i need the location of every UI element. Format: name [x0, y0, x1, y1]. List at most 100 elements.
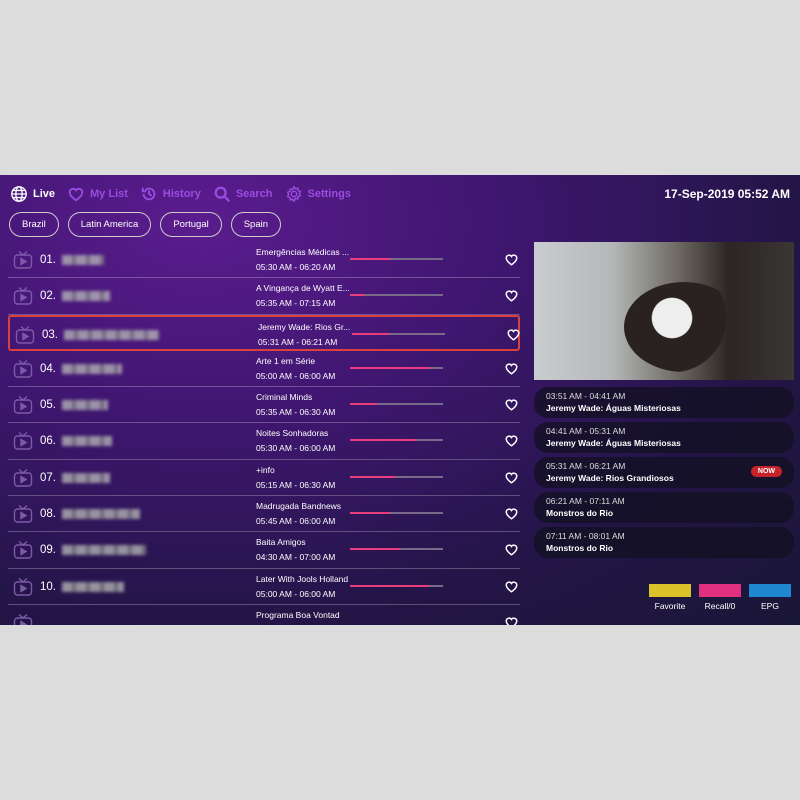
video-frame [624, 282, 744, 372]
epg-item[interactable]: 04:41 AM - 05:31 AM Jeremy Wade: Águas Mi… [534, 422, 794, 453]
key-label: EPG [761, 601, 779, 611]
program-title: A Vingança de Wyatt E... [256, 283, 350, 294]
favorite-heart-icon[interactable] [506, 327, 521, 342]
channel-row[interactable]: 04. Arte 1 em Série 05:00 AM - 06:00 AM [8, 351, 520, 388]
nav-label: My List [90, 188, 128, 200]
color-key[interactable]: Recall/0 [699, 584, 741, 611]
channel-list[interactable]: 01. Emergências Médicas ... 05:30 AM - 0… [8, 242, 520, 625]
progress-bar [350, 258, 443, 260]
channel-row[interactable]: 07. +info 05:15 AM - 06:30 AM [8, 460, 520, 497]
program-title: Arte 1 em Série [256, 355, 316, 366]
tv-icon [13, 250, 33, 270]
channel-row[interactable]: 09. Baita Amigos 04:30 AM - 07:00 AM [8, 532, 520, 569]
epg-time: 04:41 AM - 05:31 AM [546, 426, 626, 436]
program-title: Criminal Minds [256, 392, 313, 403]
epg-time: 07:11 AM - 08:01 AM [546, 531, 625, 541]
favorite-heart-icon[interactable] [504, 579, 519, 594]
program-title: Programa Boa Vontad [256, 609, 340, 620]
channel-row[interactable]: 10. Later With Jools Holland 05:00 AM - … [8, 569, 520, 605]
channel-name-blurred [62, 363, 122, 374]
nav-label: Settings [307, 188, 351, 200]
history-icon [140, 185, 158, 203]
tv-icon [13, 431, 33, 451]
favorite-heart-icon[interactable] [504, 252, 519, 267]
epg-time: 05:31 AM - 06:21 AM [546, 461, 626, 471]
tv-icon [13, 286, 33, 306]
program-time: 05:30 AM - 06:00 AM [256, 443, 336, 454]
favorite-heart-icon[interactable] [504, 361, 519, 376]
nav-label: History [162, 188, 201, 200]
tv-icon [13, 359, 33, 379]
epg-item[interactable]: 05:31 AM - 06:21 AM Jeremy Wade: Rios Gra… [534, 457, 794, 488]
color-key[interactable]: Favorite [649, 584, 691, 611]
key-label: Favorite [654, 601, 686, 611]
epg-item[interactable]: 03:51 AM - 04:41 AM Jeremy Wade: Águas Mi… [534, 387, 794, 418]
nav-settings[interactable]: Settings [285, 185, 351, 203]
progress-bar [350, 294, 443, 297]
channel-name-blurred [62, 291, 110, 302]
color-swatch [749, 584, 791, 597]
nav-my-list[interactable]: My List [67, 185, 128, 203]
color-swatch [649, 584, 691, 597]
nav-live[interactable]: Live [10, 185, 55, 203]
epg-time: 06:21 AM - 07:11 AM [546, 496, 625, 506]
tv-icon [15, 325, 35, 345]
epg-title: Jeremy Wade: Águas Misteriosas [546, 403, 681, 413]
video-preview[interactable] [534, 242, 794, 380]
channel-number: 06. [40, 435, 56, 448]
category-chip[interactable]: Portugal [160, 212, 222, 237]
channel-name-blurred [62, 400, 108, 411]
channel-number: 02. [40, 290, 56, 303]
program-time: 05:30 AM - 06:20 AM [256, 262, 336, 272]
color-key[interactable]: EPG [749, 584, 791, 611]
epg-time: 03:51 AM - 04:41 AM [546, 391, 626, 401]
favorite-heart-icon[interactable] [504, 542, 519, 557]
channel-number: 10. [40, 580, 56, 593]
channel-row[interactable]: Programa Boa Vontad [8, 605, 520, 625]
category-chip[interactable]: Brazil [9, 212, 59, 237]
favorite-heart-icon[interactable] [504, 615, 519, 625]
program-title: +info [256, 464, 275, 475]
category-chip[interactable]: Spain [230, 212, 282, 237]
channel-row[interactable]: 08. Madrugada Bandnews 05:45 AM - 06:00 … [8, 496, 520, 533]
channel-row[interactable]: 06. Noites Sonhadoras 05:30 AM - 06:00 A… [8, 423, 520, 460]
epg-item[interactable]: 07:11 AM - 08:01 AM Monstros do Rio [534, 527, 794, 558]
program-title: Later With Jools Holland [256, 573, 349, 584]
globe-icon [10, 185, 28, 203]
favorite-heart-icon[interactable] [504, 470, 519, 485]
epg-list: 03:51 AM - 04:41 AM Jeremy Wade: Águas Mi… [534, 387, 794, 562]
tv-icon [13, 540, 33, 560]
channel-name-blurred [62, 472, 110, 483]
key-label: Recall/0 [704, 601, 736, 611]
channel-row[interactable]: 01. Emergências Médicas ... 05:30 AM - 0… [8, 242, 520, 279]
channel-name-blurred [62, 545, 146, 556]
category-chip[interactable]: Latin America [67, 212, 152, 237]
program-time: 05:00 AM - 06:00 AM [256, 370, 336, 381]
nav-search[interactable]: Search [213, 185, 273, 203]
channel-row[interactable]: 02. A Vingança de Wyatt E... 05:35 AM - … [8, 278, 520, 315]
favorite-heart-icon[interactable] [504, 506, 519, 521]
program-title: Madrugada Bandnews [256, 501, 342, 512]
progress-bar [350, 475, 443, 478]
clock: 17-Sep-2019 05:52 AM [664, 187, 790, 201]
nav-label: Search [235, 188, 273, 200]
channel-name-blurred [64, 329, 159, 340]
favorite-heart-icon[interactable] [504, 433, 519, 448]
nav-history[interactable]: History [140, 185, 201, 203]
channel-number: 03. [42, 328, 58, 341]
tv-icon [13, 613, 33, 625]
program-title: Noites Sonhadoras [256, 428, 329, 439]
channel-row[interactable]: 03. Jeremy Wade: Rios Gr... 05:31 AM - 0… [8, 314, 521, 351]
channel-row[interactable]: 05. Criminal Minds 05:35 AM - 06:30 AM [8, 387, 520, 424]
category-chips: Brazil Latin America Portugal Spain [9, 212, 282, 237]
channel-name-blurred [62, 509, 140, 520]
gear-icon [285, 185, 303, 203]
epg-item[interactable]: 06:21 AM - 07:11 AM Monstros do Rio [534, 492, 794, 523]
progress-bar [350, 366, 443, 369]
heart-icon [67, 185, 85, 203]
favorite-heart-icon[interactable] [504, 397, 519, 412]
channel-number: 05. [40, 399, 56, 412]
tv-icon [13, 577, 33, 597]
progress-bar [350, 439, 443, 442]
favorite-heart-icon[interactable] [504, 288, 519, 303]
